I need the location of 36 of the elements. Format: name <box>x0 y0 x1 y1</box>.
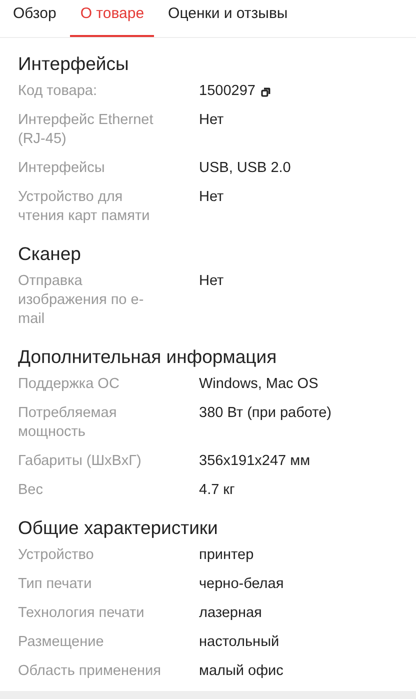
spec-label: Отправка изображения по e-mail <box>18 272 145 329</box>
spec-label: Область применения <box>18 662 162 681</box>
spec-value: USB, USB 2.0 <box>199 159 291 178</box>
spec-value: 356x191x247 мм <box>199 452 310 471</box>
tab[interactable]: О товаре <box>70 0 154 37</box>
spec-value: 4.7 кг <box>199 481 235 500</box>
spec-label: Вес <box>18 481 44 500</box>
spec-value: Windows, Mac OS <box>199 375 318 394</box>
section-heading: Общие характеристики <box>18 516 219 540</box>
spec-label: Интерфейс Ethernet (RJ-45) <box>18 111 154 149</box>
spec-value: настольный <box>199 633 280 652</box>
spec-label: Технология печати <box>18 604 146 623</box>
spec-value: 380 Вт (при работе) <box>199 404 332 423</box>
section-heading: Дополнительная информация <box>18 345 278 369</box>
section-heading: Интерфейсы <box>18 52 130 76</box>
copy-icon[interactable] <box>261 86 272 96</box>
spec-value: 1500297 <box>199 82 256 101</box>
spec-label: Устройство <box>18 546 95 565</box>
spec-label: Поддержка ОС <box>18 375 120 394</box>
spec-label: Тип печати <box>18 575 93 594</box>
spec-value: лазерная <box>199 604 262 623</box>
spec-value: черно-белая <box>199 575 284 594</box>
spec-value: Нет <box>199 111 224 130</box>
tab[interactable]: Обзор <box>3 0 66 37</box>
spec-value: Нет <box>199 272 224 291</box>
spec-label: Код товара: <box>18 82 98 101</box>
spec-label: Интерфейсы <box>18 159 106 178</box>
tab[interactable]: Оценки и отзывы <box>158 0 298 37</box>
spec-label: Потребляемая мощность <box>18 404 118 442</box>
spec-value: принтер <box>199 546 254 565</box>
spec-value: Нет <box>199 188 224 207</box>
spec-label: Размещение <box>18 633 105 652</box>
section-heading: Сканер <box>18 242 82 266</box>
spec-label: Устройство для чтения карт памяти <box>18 188 151 226</box>
spec-value: малый офис <box>199 662 284 681</box>
spec-label: Габариты (ШxВxГ) <box>18 452 142 471</box>
